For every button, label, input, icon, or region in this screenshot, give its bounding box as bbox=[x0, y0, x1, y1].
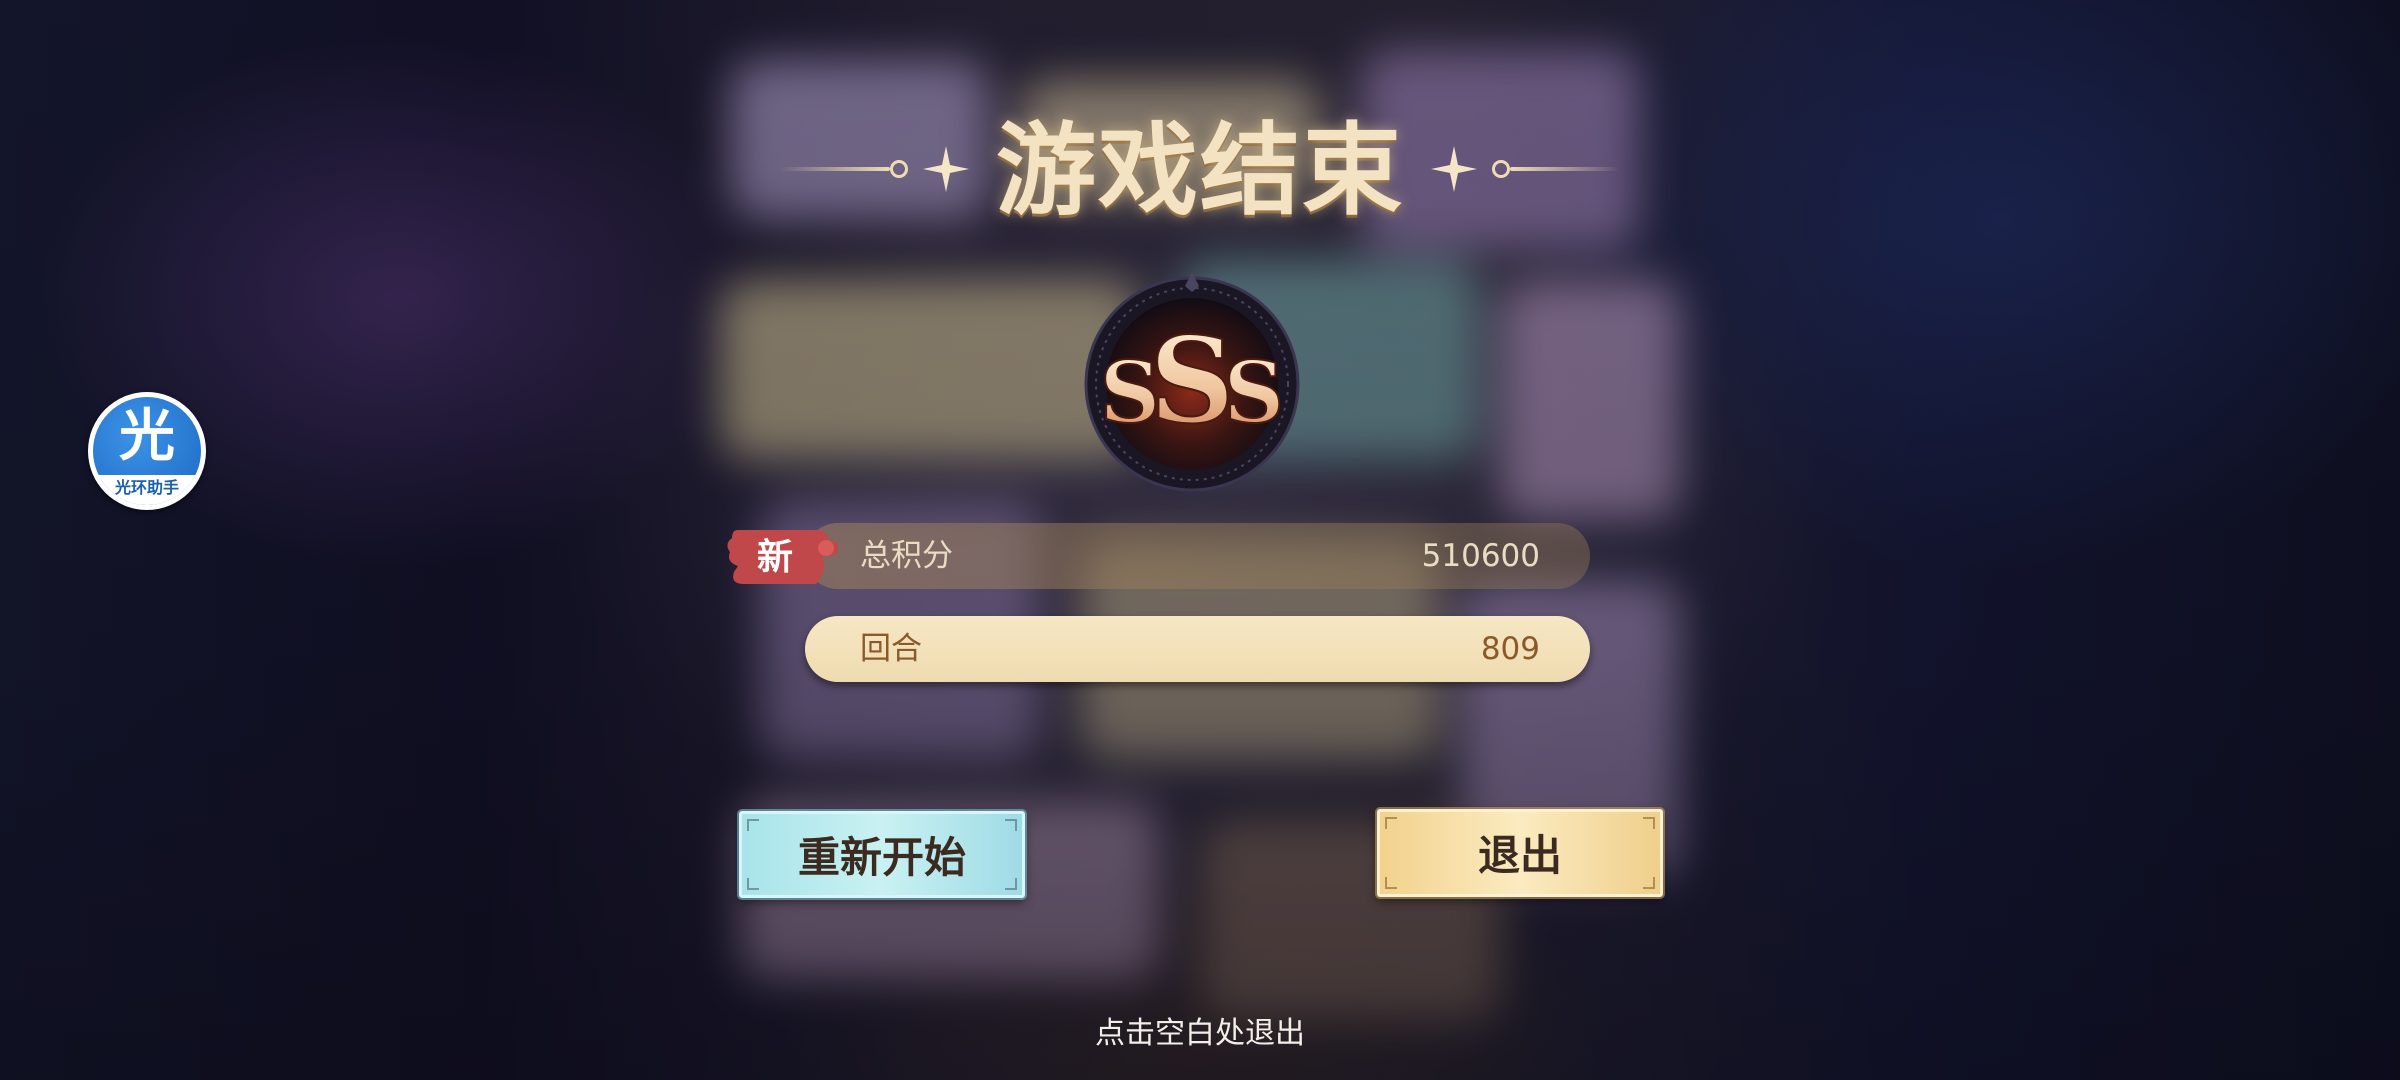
rounds-row: 回合 809 bbox=[805, 616, 1590, 682]
rounds-value: 809 bbox=[1480, 631, 1540, 667]
assistant-floating-button[interactable]: 光 光环助手 bbox=[88, 392, 206, 510]
rounds-label: 回合 bbox=[860, 631, 922, 667]
assistant-glyph: 光 bbox=[119, 404, 175, 469]
rank-letter-right: S bbox=[1224, 343, 1285, 442]
rank-letter-center: S bbox=[1149, 311, 1234, 450]
button-corner bbox=[1643, 817, 1655, 829]
button-corner bbox=[1005, 878, 1017, 890]
title-banner: 游戏结束 bbox=[780, 110, 1620, 230]
new-record-label: 新 bbox=[756, 536, 793, 578]
game-over-screen[interactable]: 游戏结束 S S S 总积分 510600 新 回合 809 重新开始 退出 点… bbox=[0, 0, 2400, 1080]
tap-to-exit-hint: 点击空白处退出 bbox=[1095, 1016, 1305, 1051]
assistant-icon: 光 光环助手 bbox=[93, 397, 201, 505]
title-line-right bbox=[1510, 167, 1620, 171]
sparkle-right-icon bbox=[1431, 146, 1477, 192]
exit-button-label: 退出 bbox=[1477, 831, 1562, 880]
button-corner bbox=[747, 819, 759, 831]
total-score-row: 总积分 510600 bbox=[805, 523, 1590, 589]
rank-badge: S S S bbox=[1084, 272, 1300, 492]
button-corner bbox=[1643, 877, 1655, 889]
total-score-value: 510600 bbox=[1421, 538, 1540, 574]
button-corner bbox=[747, 878, 759, 890]
button-corner bbox=[1385, 817, 1397, 829]
restart-button-label: 重新开始 bbox=[797, 833, 966, 882]
button-corner bbox=[1385, 877, 1397, 889]
restart-button[interactable]: 重新开始 bbox=[739, 811, 1025, 898]
assistant-label: 光环助手 bbox=[93, 475, 201, 505]
button-corner bbox=[1005, 819, 1017, 831]
title-dot-right bbox=[1492, 160, 1510, 178]
total-score-label: 总积分 bbox=[860, 538, 953, 574]
exit-button[interactable]: 退出 bbox=[1377, 809, 1663, 897]
